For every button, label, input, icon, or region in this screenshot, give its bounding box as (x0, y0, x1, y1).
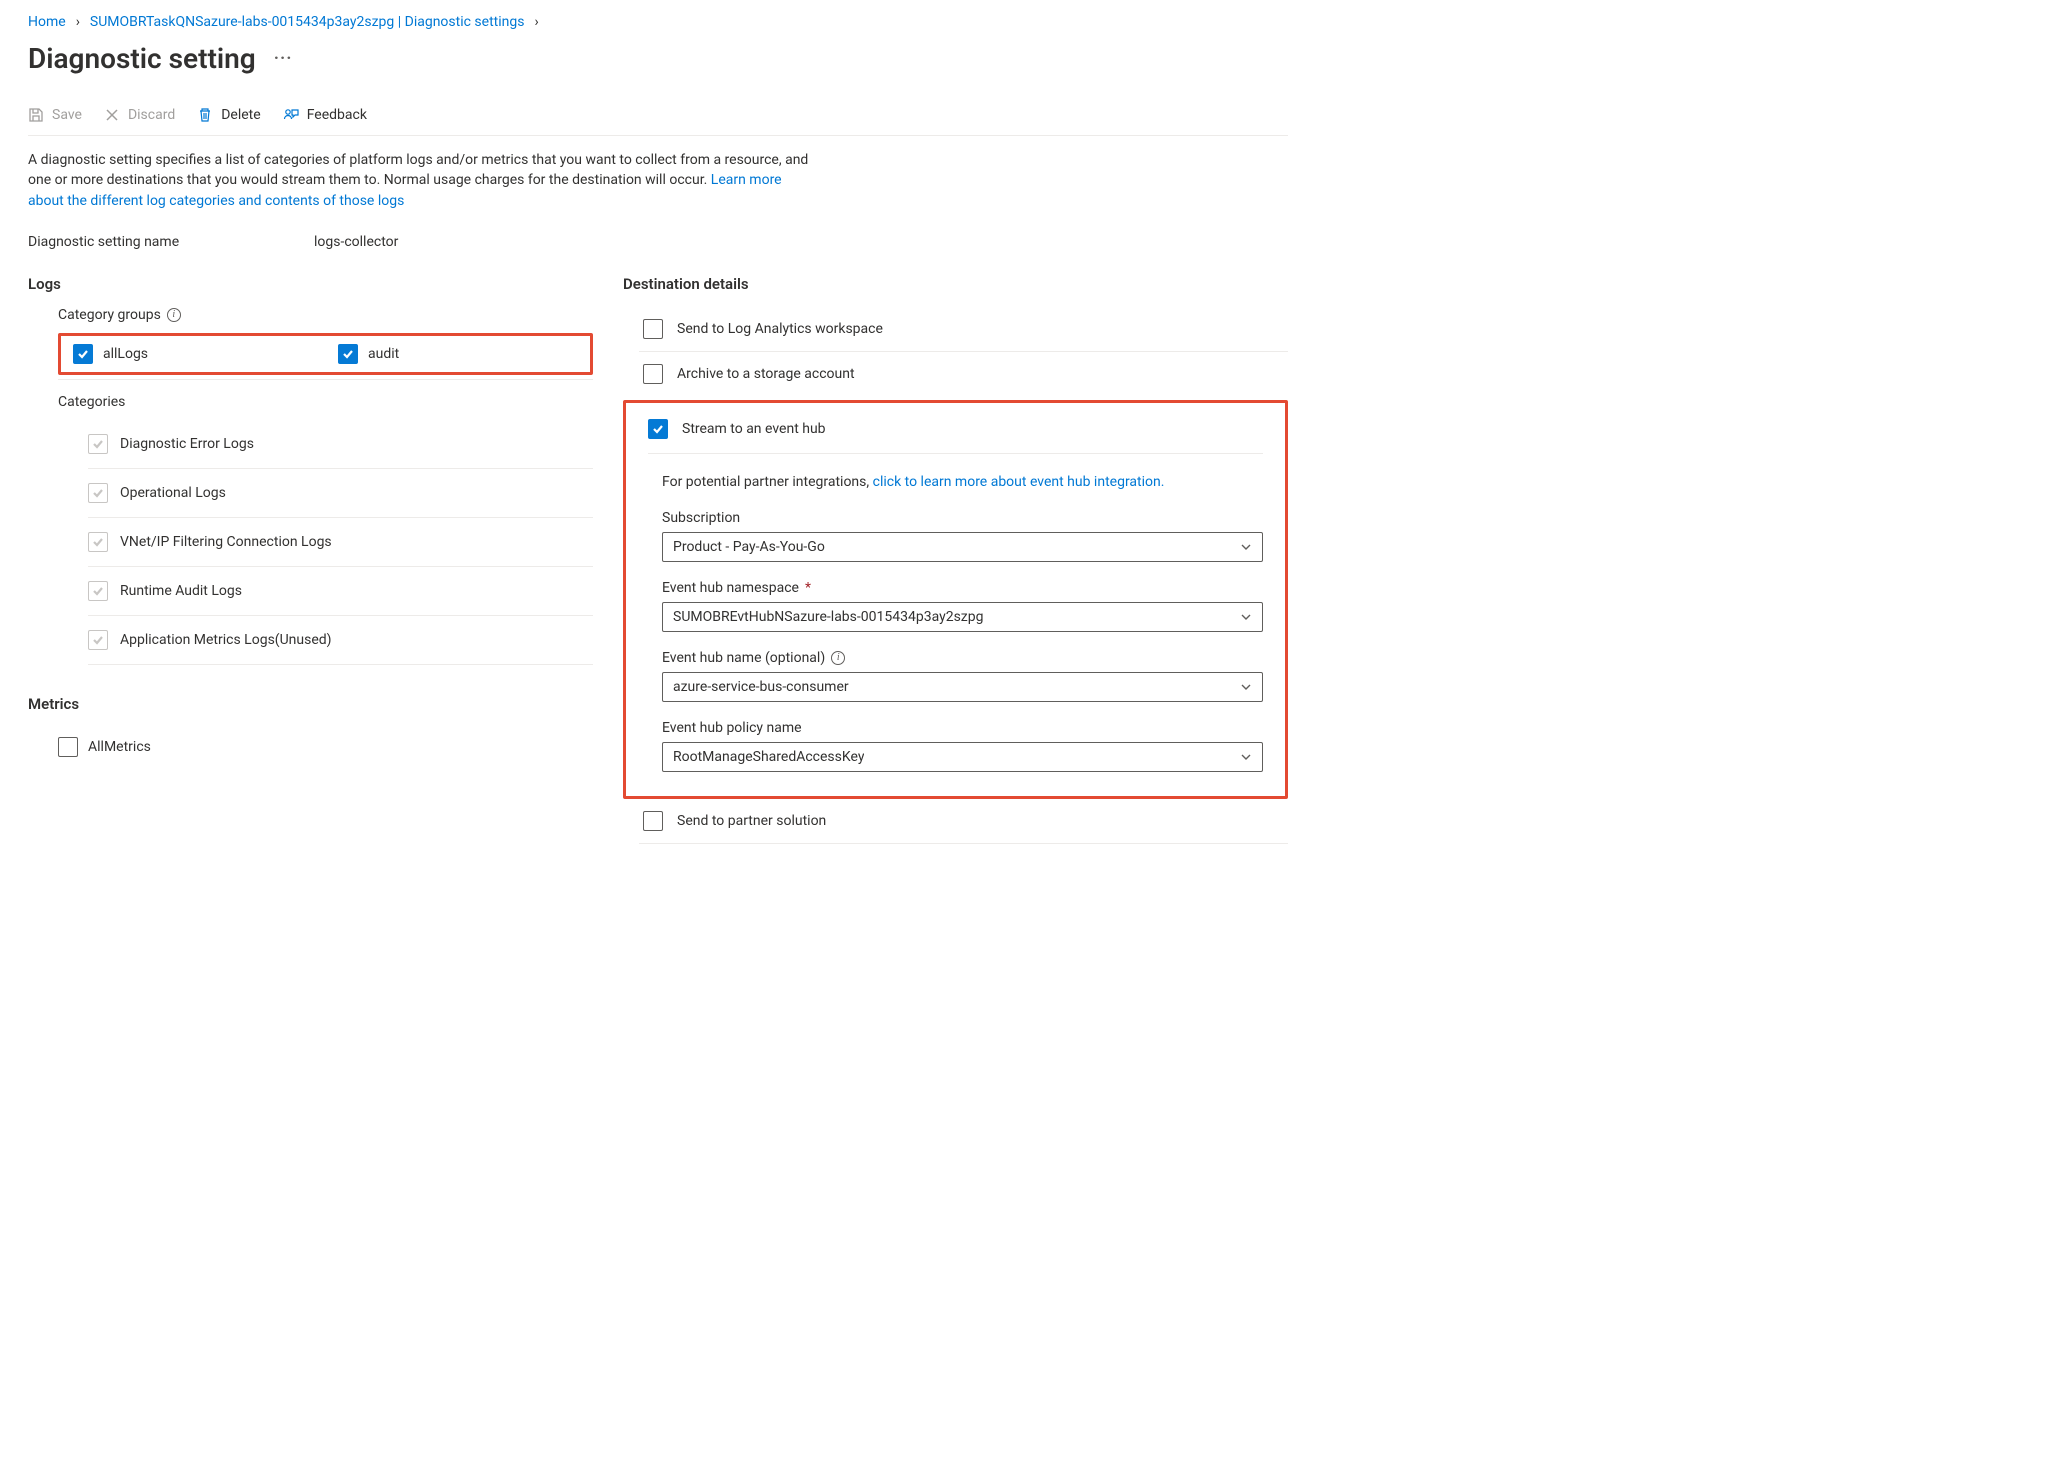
setting-name-input[interactable] (312, 233, 494, 251)
category-checkbox (88, 483, 108, 503)
alllogs-checkbox[interactable] (73, 344, 93, 364)
dest-partner-row: Send to partner solution (639, 799, 1288, 844)
eh-name-value: azure-service-bus-consumer (673, 679, 849, 695)
audit-label: audit (368, 346, 399, 362)
breadcrumb-home[interactable]: Home (28, 14, 66, 30)
save-label: Save (52, 107, 82, 123)
log-analytics-checkbox[interactable] (643, 319, 663, 339)
audit-checkbox[interactable] (338, 344, 358, 364)
eventhub-learn-link[interactable]: click to learn more about event hub inte… (873, 474, 1165, 490)
eventhub-label: Stream to an event hub (682, 421, 826, 437)
policy-select[interactable]: RootManageSharedAccessKey (662, 742, 1263, 772)
category-checkbox (88, 532, 108, 552)
more-actions-icon[interactable]: ··· (274, 48, 293, 69)
log-analytics-label: Send to Log Analytics workspace (677, 321, 883, 337)
category-groups-label: Category groups i (58, 307, 593, 323)
trash-icon (197, 107, 213, 123)
category-groups-highlight: allLogs audit (58, 333, 593, 375)
dest-log-analytics-row: Send to Log Analytics workspace (639, 307, 1288, 352)
eventhub-highlight: Stream to an event hub For potential par… (623, 400, 1288, 799)
storage-label: Archive to a storage account (677, 366, 855, 382)
chevron-down-icon (1240, 611, 1252, 623)
eh-name-select[interactable]: azure-service-bus-consumer (662, 672, 1263, 702)
dest-storage-row: Archive to a storage account (639, 352, 1288, 396)
eventhub-note: For potential partner integrations, clic… (662, 474, 1263, 490)
destination-heading: Destination details (623, 275, 1288, 293)
namespace-select[interactable]: SUMOBREvtHubNSazure-labs-0015434p3ay2szp… (662, 602, 1263, 632)
feedback-icon (283, 107, 299, 123)
chevron-right-icon: › (534, 14, 538, 30)
allmetrics-checkbox[interactable] (58, 737, 78, 757)
logs-heading: Logs (28, 275, 593, 293)
eventhub-checkbox[interactable] (648, 419, 668, 439)
subscription-value: Product - Pay-As-You-Go (673, 539, 825, 555)
breadcrumb: Home › SUMOBRTaskQNSazure-labs-0015434p3… (28, 14, 1288, 30)
delete-button[interactable]: Delete (197, 107, 260, 123)
allmetrics-label: AllMetrics (88, 739, 151, 755)
feedback-button[interactable]: Feedback (283, 107, 367, 123)
description-text: A diagnostic setting specifies a list of… (28, 152, 808, 188)
policy-value: RootManageSharedAccessKey (673, 749, 864, 765)
toolbar: Save Discard Delete Feedback (28, 107, 1288, 136)
category-label: Operational Logs (120, 485, 226, 501)
category-checkbox (88, 630, 108, 650)
category-row: Operational Logs (88, 469, 593, 518)
namespace-value: SUMOBREvtHubNSazure-labs-0015434p3ay2szp… (673, 609, 983, 625)
category-row: VNet/IP Filtering Connection Logs (88, 518, 593, 567)
storage-checkbox[interactable] (643, 364, 663, 384)
info-icon[interactable]: i (831, 651, 845, 665)
category-row: Application Metrics Logs(Unused) (88, 616, 593, 665)
namespace-label: Event hub namespace * (662, 580, 1263, 596)
chevron-down-icon (1240, 751, 1252, 763)
chevron-right-icon: › (76, 14, 80, 30)
chevron-down-icon (1240, 541, 1252, 553)
page-title: Diagnostic setting ··· (28, 42, 1288, 75)
category-row: Runtime Audit Logs (88, 567, 593, 616)
discard-label: Discard (128, 107, 175, 123)
save-button[interactable]: Save (28, 107, 82, 123)
chevron-down-icon (1240, 681, 1252, 693)
alllogs-label: allLogs (103, 346, 148, 362)
feedback-label: Feedback (307, 107, 367, 123)
policy-label: Event hub policy name (662, 720, 1263, 736)
breadcrumb-resource[interactable]: SUMOBRTaskQNSazure-labs-0015434p3ay2szpg… (90, 14, 525, 30)
description: A diagnostic setting specifies a list of… (28, 150, 818, 211)
discard-button[interactable]: Discard (104, 107, 175, 123)
subscription-select[interactable]: Product - Pay-As-You-Go (662, 532, 1263, 562)
categories-label: Categories (58, 394, 593, 410)
category-label: VNet/IP Filtering Connection Logs (120, 534, 332, 550)
info-icon[interactable]: i (167, 308, 181, 322)
setting-name-label: Diagnostic setting name (28, 234, 312, 250)
page-title-text: Diagnostic setting (28, 42, 256, 75)
category-row: Diagnostic Error Logs (88, 420, 593, 469)
partner-label: Send to partner solution (677, 813, 826, 829)
category-checkbox (88, 581, 108, 601)
delete-label: Delete (221, 107, 260, 123)
close-icon (104, 107, 120, 123)
category-label: Runtime Audit Logs (120, 583, 242, 599)
partner-checkbox[interactable] (643, 811, 663, 831)
category-checkbox (88, 434, 108, 454)
metrics-heading: Metrics (28, 695, 593, 713)
save-icon (28, 107, 44, 123)
category-label: Diagnostic Error Logs (120, 436, 254, 452)
category-label: Application Metrics Logs(Unused) (120, 632, 332, 648)
setting-name-row: Diagnostic setting name (28, 233, 1288, 251)
eh-name-label: Event hub name (optional) i (662, 650, 1263, 666)
subscription-label: Subscription (662, 510, 1263, 526)
